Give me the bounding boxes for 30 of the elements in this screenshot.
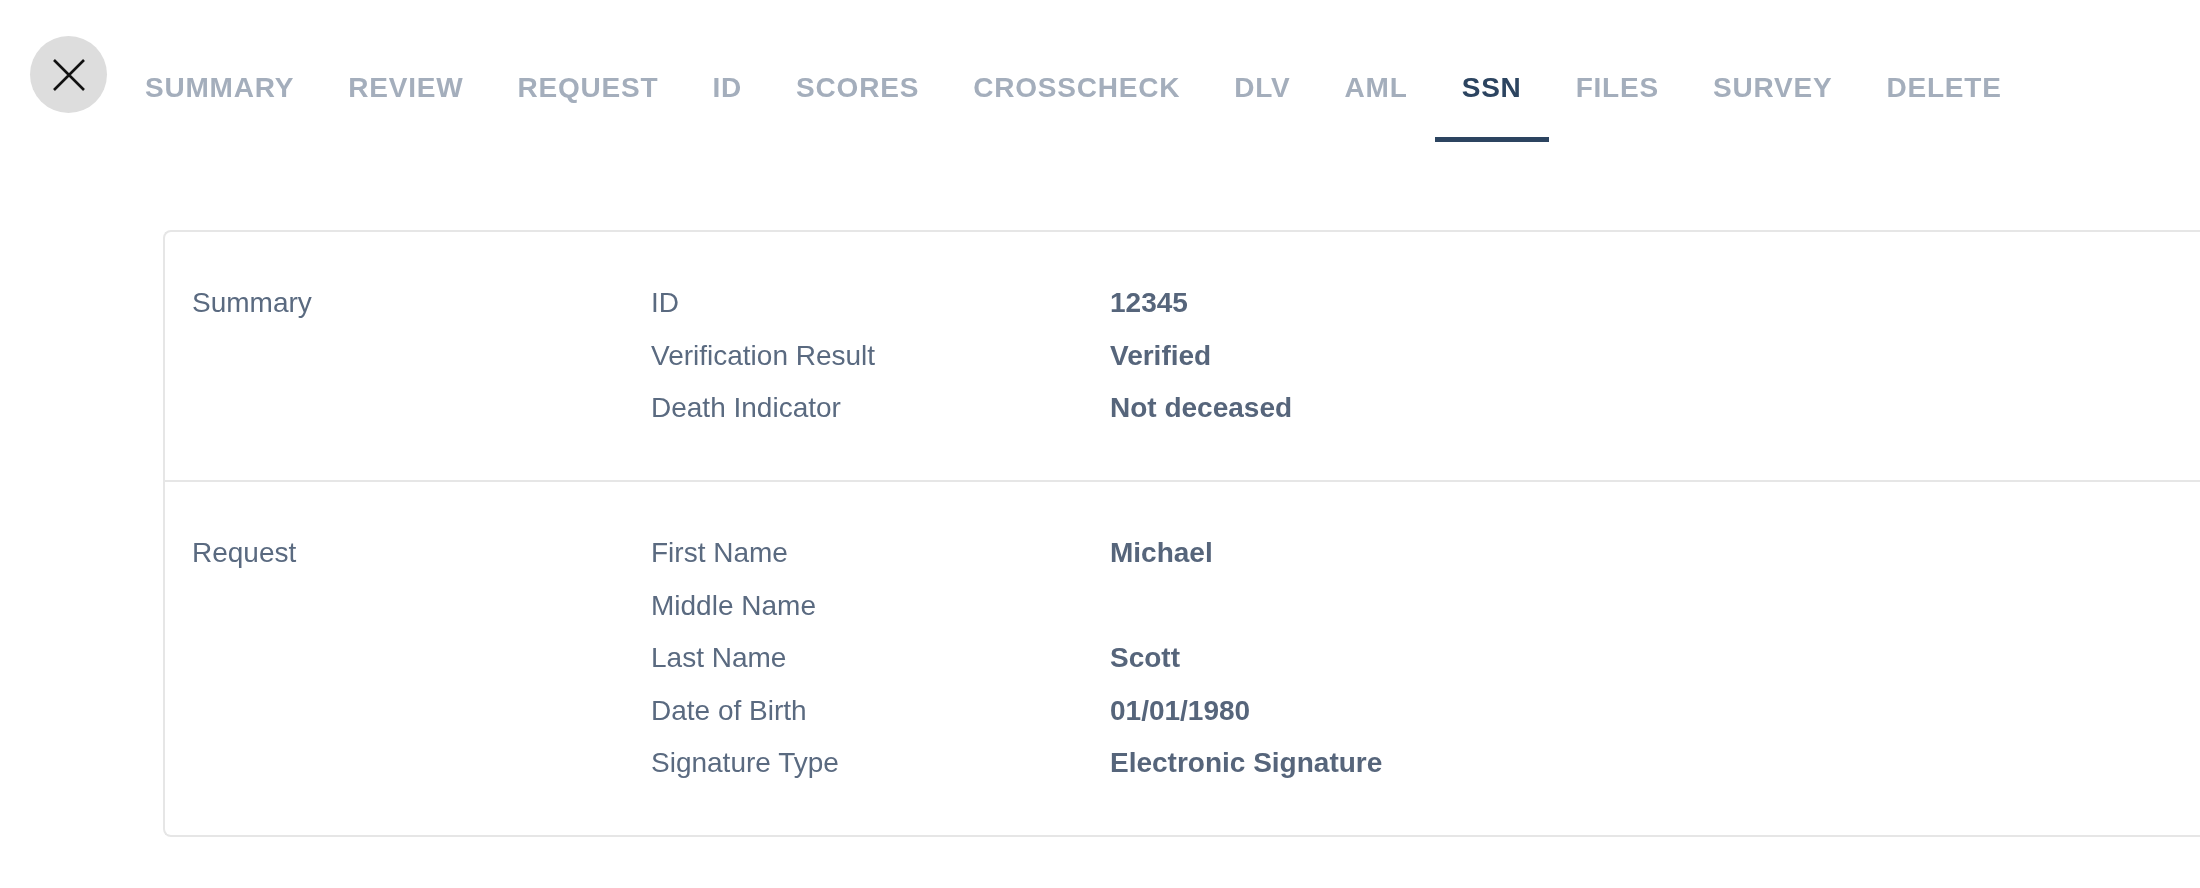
- nav-tab[interactable]: DLV: [1207, 0, 1318, 142]
- field-value: Scott: [1110, 641, 1180, 676]
- field-label: Verification Result: [651, 338, 877, 373]
- field-value: Not deceased: [1110, 391, 1293, 426]
- field-value: Michael: [1110, 536, 1213, 571]
- section-title: Summary: [192, 286, 312, 321]
- nav-tab[interactable]: REQUEST: [490, 0, 686, 142]
- nav-tab[interactable]: CROSSCHECK: [946, 0, 1208, 142]
- nav-tab[interactable]: DELETE: [1859, 0, 2029, 142]
- nav-tab[interactable]: SCORES: [769, 0, 947, 142]
- close-icon: [52, 58, 85, 91]
- field-label: ID: [651, 286, 680, 321]
- field-value: 01/01/1980: [1110, 693, 1251, 728]
- section-title: Request: [192, 536, 297, 571]
- field-value: 12345: [1110, 286, 1188, 321]
- nav-tab[interactable]: SUMMARY: [118, 0, 322, 142]
- field-label: Middle Name: [651, 588, 817, 623]
- nav-tab[interactable]: FILES: [1548, 0, 1686, 142]
- nav-tab[interactable]: REVIEW: [321, 0, 491, 142]
- nav-tab[interactable]: ID: [685, 0, 770, 142]
- nav-tab[interactable]: SURVEY: [1686, 0, 1860, 142]
- nav-tab[interactable]: SSN: [1434, 0, 1549, 142]
- field-label: Last Name: [651, 641, 788, 676]
- field-value: Electronic Signature: [1110, 746, 1383, 781]
- field-label: First Name: [651, 536, 789, 571]
- field-label: Death Indicator: [651, 391, 842, 426]
- field-label: Date of Birth: [651, 693, 808, 728]
- field-value: Verified: [1110, 338, 1212, 373]
- field-label: Signature Type: [651, 746, 840, 781]
- nav-tab[interactable]: AML: [1317, 0, 1435, 142]
